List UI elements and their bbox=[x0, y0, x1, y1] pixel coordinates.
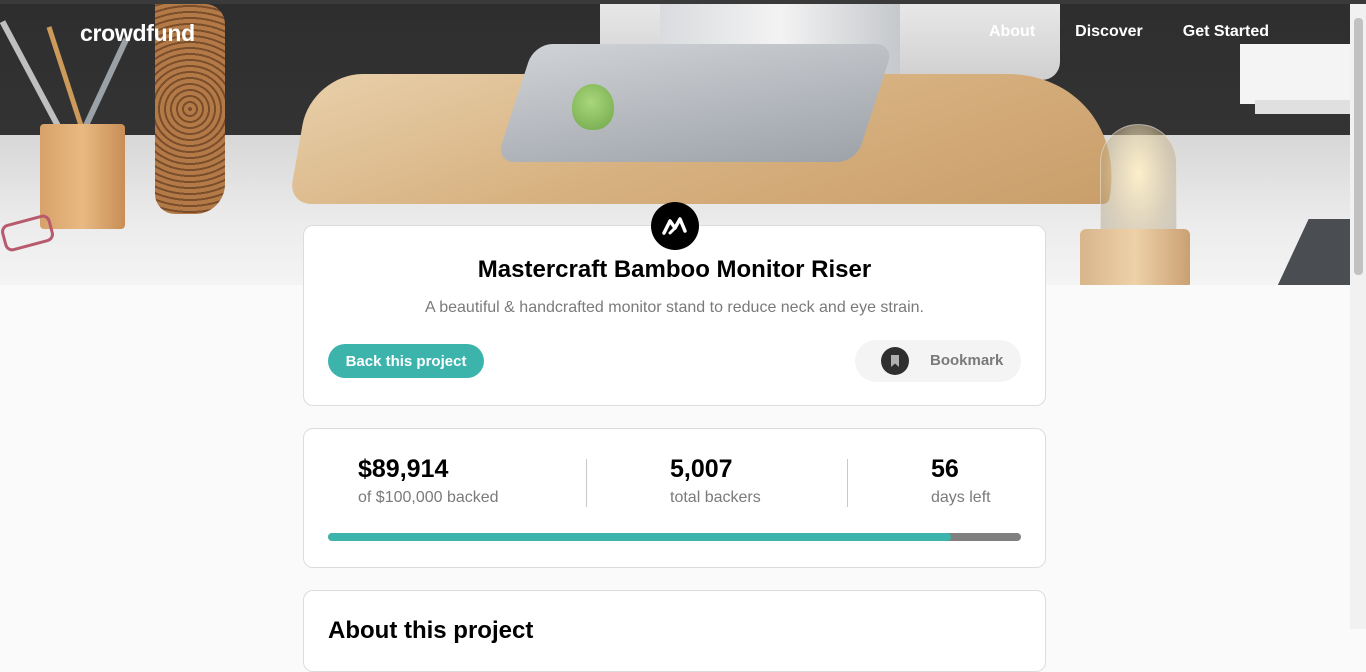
nav-link-about[interactable]: About bbox=[989, 23, 1035, 41]
stat-divider bbox=[847, 459, 848, 507]
stat-backed-value: $89,914 bbox=[358, 455, 449, 483]
bookmark-button[interactable]: Bookmark bbox=[855, 340, 1021, 382]
about-title: About this project bbox=[328, 617, 534, 644]
stat-backers-label: total backers bbox=[670, 489, 761, 506]
stat-backed: $89,914 of $100,000 backed bbox=[358, 455, 499, 507]
stat-days-value: 56 bbox=[931, 455, 959, 483]
funding-progress-bar bbox=[328, 533, 1021, 541]
scrollbar-thumb[interactable] bbox=[1354, 18, 1363, 275]
about-card: About this project bbox=[303, 590, 1046, 672]
browser-top-border bbox=[0, 0, 1366, 4]
top-nav: crowdfund About Discover Get Started bbox=[0, 4, 1350, 60]
stat-backers-value: 5,007 bbox=[670, 455, 733, 483]
nav-link-discover[interactable]: Discover bbox=[1075, 23, 1143, 41]
stat-divider bbox=[586, 459, 587, 507]
nav-link-get-started[interactable]: Get Started bbox=[1183, 23, 1269, 41]
funding-progress-fill bbox=[328, 533, 951, 541]
back-this-project-button[interactable]: Back this project bbox=[328, 344, 484, 378]
bookmark-label: Bookmark bbox=[930, 352, 1004, 369]
project-title: Mastercraft Bamboo Monitor Riser bbox=[477, 256, 872, 283]
crowdfund-logo[interactable]: crowdfund bbox=[80, 20, 195, 47]
stats-card: $89,914 of $100,000 backed 5,007 total b… bbox=[303, 428, 1046, 568]
bookmark-icon bbox=[881, 347, 909, 375]
stat-days-left: 56 days left bbox=[931, 455, 991, 507]
vertical-scrollbar[interactable] bbox=[1350, 4, 1366, 629]
stat-days-label: days left bbox=[931, 489, 991, 506]
project-card: Mastercraft Bamboo Monitor Riser A beaut… bbox=[303, 225, 1046, 406]
stat-backers: 5,007 total backers bbox=[670, 455, 761, 507]
nav-links: About Discover Get Started bbox=[989, 23, 1269, 41]
mastercraft-logo-icon bbox=[651, 202, 699, 250]
project-description: A beautiful & handcrafted monitor stand … bbox=[425, 299, 924, 316]
stat-backed-label: of $100,000 backed bbox=[358, 489, 499, 506]
